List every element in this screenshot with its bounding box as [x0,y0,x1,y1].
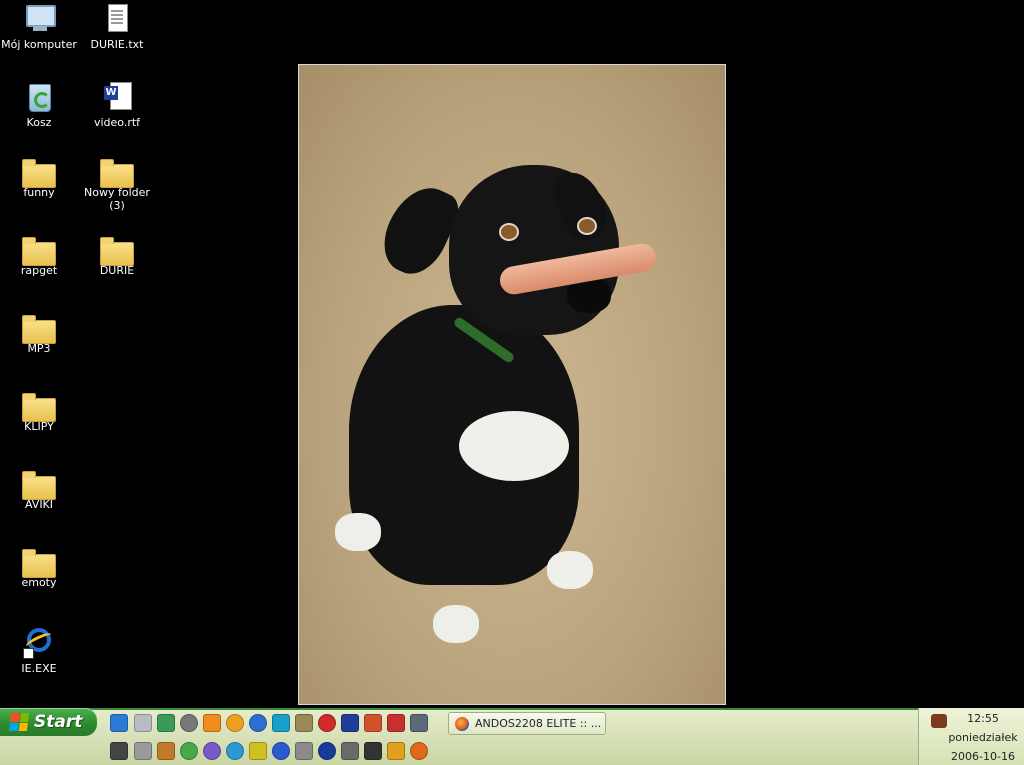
ie-icon[interactable] [110,714,128,732]
folder-icon [22,549,56,578]
network-icon[interactable] [157,714,175,732]
c-icon[interactable] [318,742,336,760]
word-document-icon: W [101,80,133,112]
edge-icon[interactable] [226,742,244,760]
recycle-bin-icon [23,80,55,112]
app-icon[interactable] [295,714,313,732]
clock-time[interactable]: 12:55 [941,712,1024,725]
clock-date: 2006-10-16 [951,750,1015,763]
desktop-icon-nowy-folder[interactable]: Nowy folder (3) [78,158,156,212]
film-icon[interactable] [364,742,382,760]
monitor-icon[interactable] [110,742,128,760]
folder-icon [22,159,56,188]
taskbar-window-button[interactable]: ANDOS2208 ELITE :: ... [448,712,606,735]
system-tray: 12:55 poniedziałek 2006-10-16 [918,708,1024,765]
desktop-icon-mp3[interactable]: MP3 [0,314,78,355]
photo-icon[interactable] [134,742,152,760]
drive-icon[interactable] [134,714,152,732]
folder-icon [100,237,134,266]
start-label: Start [34,712,83,732]
opera-icon[interactable] [318,714,336,732]
wallpaper-image [298,64,726,705]
desktop-icon-emoty[interactable]: emoty [0,548,78,589]
folder-icon [100,159,134,188]
desktop-icon-durie-txt[interactable]: DURIE.txt [78,2,156,51]
desktop-icon-video-rtf[interactable]: W video.rtf [78,80,156,129]
firefox-icon[interactable] [410,742,428,760]
folder-icon [22,237,56,266]
computer-icon [23,2,56,34]
desktop: Mój komputer Kosz funny rapget MP3 KLIPY… [0,0,1024,708]
desktop-icon-aviki[interactable]: AVIKI [0,470,78,511]
desktop-icon-durie[interactable]: DURIE [78,236,156,277]
game-icon[interactable] [180,742,198,760]
q-icon[interactable] [272,714,290,732]
start-button[interactable]: Start [0,708,97,736]
desktop-icon-recycle-bin[interactable]: Kosz [0,80,78,129]
window-title: ANDOS2208 ELITE :: ... [475,717,602,730]
desktop-icon-my-computer[interactable]: Mój komputer [0,2,78,51]
settings-icon[interactable] [341,742,359,760]
player-icon[interactable] [249,714,267,732]
firefox-icon [455,716,469,731]
app3-icon[interactable] [387,714,405,732]
hdd-icon[interactable] [295,742,313,760]
winamp-icon[interactable] [249,742,267,760]
app4-icon[interactable] [410,714,428,732]
folder-icon [22,315,56,344]
sun-icon[interactable] [226,714,244,732]
clock-day: poniedziałek [948,731,1018,744]
shortcut-arrow-icon [23,648,34,659]
app2-icon[interactable] [364,714,382,732]
pencil-icon[interactable] [387,742,405,760]
ie2-icon[interactable] [272,742,290,760]
paint-icon[interactable] [157,742,175,760]
desktop-icon-ie-exe[interactable]: IE.EXE [0,626,78,675]
desktop-icon-funny[interactable]: funny [0,158,78,199]
desktop-icon-klipy[interactable]: KLIPY [0,392,78,433]
folder-icon [22,393,56,422]
folder-icon [22,471,56,500]
text-file-icon [101,2,133,34]
internet-explorer-icon [23,626,55,659]
browser-icon[interactable] [203,742,221,760]
vlc-icon[interactable] [203,714,221,732]
word-icon[interactable] [341,714,359,732]
desktop-icon-rapget[interactable]: rapget [0,236,78,277]
windows-logo-icon [8,713,30,731]
media-icon[interactable] [180,714,198,732]
